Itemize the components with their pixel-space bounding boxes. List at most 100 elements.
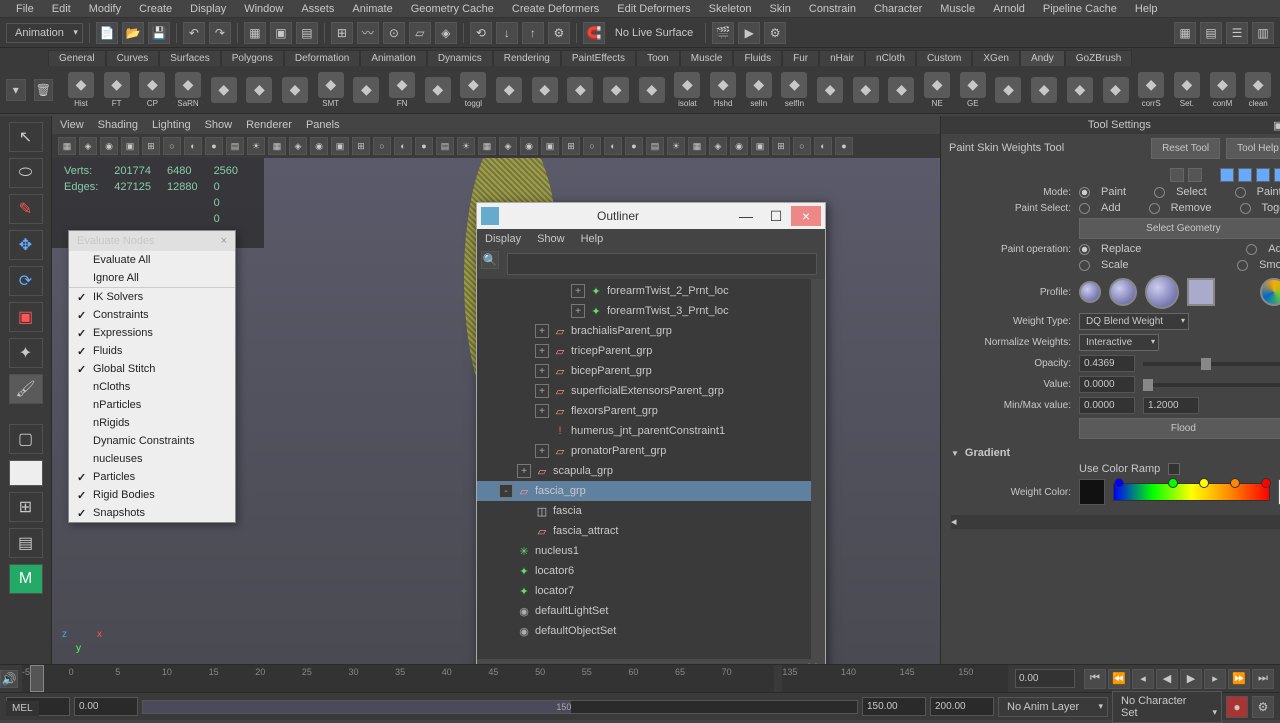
select-comp-icon[interactable]: ▤ [296, 22, 318, 44]
profile-soft-icon[interactable] [1109, 278, 1137, 306]
tree-item-nucleus1[interactable]: ✳nucleus1 [477, 541, 825, 561]
normalize-dropdown[interactable]: Interactive [1079, 334, 1159, 351]
shelf-item-selfIn[interactable]: ◆selfIn [779, 70, 811, 110]
single-view-icon[interactable]: ▢ [9, 424, 43, 454]
vp-icon-9[interactable]: ☀ [247, 137, 265, 155]
expand-icon[interactable]: + [535, 364, 549, 378]
persp-outliner-icon[interactable]: ▤ [9, 528, 43, 558]
shelf-item-NE[interactable]: ◆NE [921, 70, 953, 110]
op-scale-radio[interactable] [1079, 260, 1090, 271]
lasso-tool[interactable]: ⬭ [9, 158, 43, 188]
snap-live-icon[interactable]: ◈ [435, 22, 457, 44]
minimize-icon[interactable]: — [731, 206, 761, 226]
select-obj-icon[interactable]: ▣ [270, 22, 292, 44]
vp-icon-6[interactable]: ◐ [184, 137, 202, 155]
shelf-item-icon[interactable]: ◆ [600, 70, 632, 110]
vp-icon-37[interactable]: ● [835, 137, 853, 155]
menu-arnold[interactable]: Arnold [985, 1, 1033, 17]
redo-icon[interactable]: ↷ [209, 22, 231, 44]
shelf-item-icon[interactable]: ◆ [208, 70, 240, 110]
shelf-item-icon[interactable]: ◆ [244, 70, 276, 110]
profile-solid-icon[interactable] [1145, 275, 1179, 309]
play-back-icon[interactable]: ◀ [1156, 669, 1178, 689]
make-live-icon[interactable]: 🧲 [583, 22, 605, 44]
profile-square-icon[interactable] [1187, 278, 1215, 306]
opacity-slider[interactable] [1143, 362, 1280, 366]
shelf-item-icon[interactable]: ◆ [565, 70, 597, 110]
snap-plane-icon[interactable]: ▱ [409, 22, 431, 44]
scale-tool[interactable]: ▣ [9, 302, 43, 332]
menu-help[interactable]: Help [1127, 1, 1166, 17]
vp-menu-view[interactable]: View [60, 119, 84, 131]
vp-menu-panels[interactable]: Panels [306, 119, 340, 131]
expand-icon[interactable]: + [535, 444, 549, 458]
expand-icon[interactable]: + [571, 304, 585, 318]
vp-icon-15[interactable]: ○ [373, 137, 391, 155]
tree-item-scapula_grp[interactable]: +▱scapula_grp [477, 461, 825, 481]
eval-ignore-all[interactable]: Ignore All [69, 269, 235, 287]
shelf-tab-custom[interactable]: Custom [916, 50, 972, 66]
brush-preset-icon[interactable] [1256, 168, 1270, 182]
expand-icon[interactable]: + [517, 464, 531, 478]
shelf-item-isolat[interactable]: ◆isolat [672, 70, 704, 110]
menu-character[interactable]: Character [866, 1, 930, 17]
expand-icon[interactable]: + [535, 404, 549, 418]
vp-icon-26[interactable]: ◐ [604, 137, 622, 155]
vp-icon-27[interactable]: ● [625, 137, 643, 155]
autokey-icon[interactable]: ● [1226, 696, 1248, 718]
vp-menu-lighting[interactable]: Lighting [152, 119, 191, 131]
snap-curve-icon[interactable]: 〰 [357, 22, 379, 44]
shelf-tab-animation[interactable]: Animation [360, 50, 426, 66]
char-set-dropdown[interactable]: No Character Set [1112, 691, 1222, 723]
vp-icon-22[interactable]: ◉ [520, 137, 538, 155]
reset-tool-button[interactable]: Reset Tool [1151, 138, 1220, 159]
playback-start-input[interactable] [74, 697, 138, 716]
shelf-tab-deformation[interactable]: Deformation [284, 50, 360, 66]
select-hier-icon[interactable]: ▦ [244, 22, 266, 44]
profile-custom-icon[interactable] [1260, 278, 1280, 306]
scroll-right-icon[interactable]: ▸ [815, 659, 821, 664]
toggle-b-icon[interactable]: ▤ [1200, 22, 1222, 44]
shelf-tab-rendering[interactable]: Rendering [493, 50, 561, 66]
tool-help-button[interactable]: Tool Help [1226, 138, 1280, 159]
shelf-item-icon[interactable]: ◆ [1028, 70, 1060, 110]
shelf-tab-surfaces[interactable]: Surfaces [159, 50, 220, 66]
menu-skin[interactable]: Skin [761, 1, 798, 17]
weight-color-swatch[interactable] [1079, 479, 1105, 505]
menu-animate[interactable]: Animate [344, 1, 400, 17]
value-slider[interactable] [1143, 383, 1280, 387]
go-end-icon[interactable]: ⏭ [1252, 669, 1274, 689]
eval-rigid-bodies[interactable]: Rigid Bodies [69, 486, 235, 504]
mode-dropdown[interactable]: Animation [6, 23, 83, 43]
rotate-tool[interactable]: ⟳ [9, 266, 43, 296]
eval-evaluate-all[interactable]: Evaluate All [69, 251, 235, 269]
brush-preset-icon[interactable] [1188, 168, 1202, 182]
shelf-tab-polygons[interactable]: Polygons [221, 50, 284, 66]
new-scene-icon[interactable]: 📄 [96, 22, 118, 44]
step-fwd-icon[interactable]: ▸ [1204, 669, 1226, 689]
eval-expressions[interactable]: Expressions [69, 324, 235, 342]
shelf-item-icon[interactable]: ◆ [493, 70, 525, 110]
vp-icon-14[interactable]: ⊞ [352, 137, 370, 155]
vp-icon-19[interactable]: ☀ [457, 137, 475, 155]
tree-item-fascia[interactable]: ◫fascia [477, 501, 825, 521]
undo-icon[interactable]: ↶ [183, 22, 205, 44]
vp-icon-28[interactable]: ▤ [646, 137, 664, 155]
shelf-tab-muscle[interactable]: Muscle [680, 50, 734, 66]
weight-type-dropdown[interactable]: DQ Blend Weight [1079, 313, 1189, 330]
tree-item-defaultObjectSet[interactable]: ◉defaultObjectSet [477, 621, 825, 641]
tree-item-flexorsParent_grp[interactable]: +▱flexorsParent_grp [477, 401, 825, 421]
toggle-c-icon[interactable]: ☰ [1226, 22, 1248, 44]
vp-icon-13[interactable]: ▣ [331, 137, 349, 155]
input-icon[interactable]: ↓ [496, 22, 518, 44]
use-ramp-checkbox[interactable] [1168, 463, 1180, 475]
playback-end-input[interactable] [862, 697, 926, 716]
vp-icon-33[interactable]: ▣ [751, 137, 769, 155]
step-fwd-key-icon[interactable]: ⏩ [1228, 669, 1250, 689]
open-scene-icon[interactable]: 📂 [122, 22, 144, 44]
menu-pipeline-cache[interactable]: Pipeline Cache [1035, 1, 1125, 17]
eval-ik-solvers[interactable]: IK Solvers [69, 288, 235, 306]
output-icon[interactable]: ↑ [522, 22, 544, 44]
shelf-tab-fur[interactable]: Fur [782, 50, 819, 66]
shelf-item-icon[interactable]: ◆ [422, 70, 454, 110]
